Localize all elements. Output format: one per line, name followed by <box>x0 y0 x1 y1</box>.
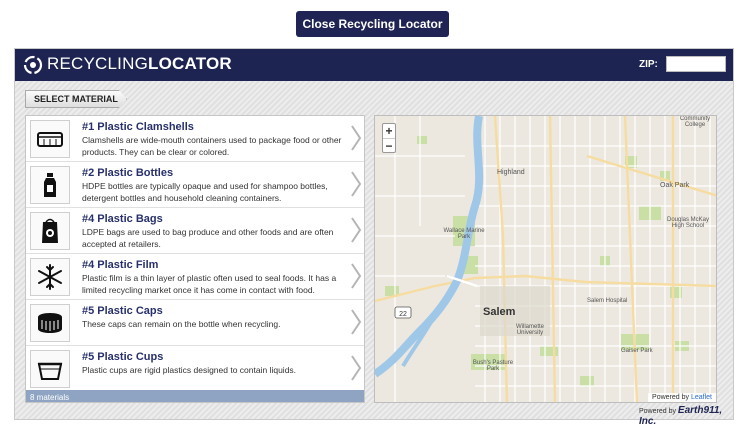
cup-icon <box>30 350 70 388</box>
bottle-icon <box>30 166 70 204</box>
list-item-description: These caps can remain on the bottle when… <box>82 319 281 329</box>
list-item-title: #4 Plastic Bags <box>82 213 163 225</box>
leaflet-link[interactable]: Leaflet <box>691 394 712 401</box>
map-label-bush-pasture-park: Bush's Pasture Park <box>472 360 514 372</box>
list-item-title: #5 Plastic Cups <box>82 351 164 363</box>
recycling-locator-widget: RECYCLINGLOCATOR ZIP: SELECT MATERIAL #1… <box>14 48 734 427</box>
widget-header: RECYCLINGLOCATOR ZIP: <box>15 49 733 81</box>
brand-title-part2: LOCATOR <box>148 54 232 73</box>
list-item-title: #1 Plastic Clamshells <box>82 121 194 133</box>
map-label-oak-park: Oak Park <box>660 182 690 189</box>
chevron-right-icon[interactable] <box>350 262 362 290</box>
map-label-wallace-marine-park: Wallace Marine Park <box>443 228 485 240</box>
powered-by-prefix: Powered by <box>639 408 676 415</box>
map-zoom-control: + − <box>382 123 396 153</box>
map-label-douglas-mckay: Douglas McKay High School <box>666 217 710 229</box>
list-item-description: Plastic film is a thin layer of plastic … <box>82 273 337 295</box>
chevron-right-icon[interactable] <box>350 308 362 336</box>
powered-by-footer: Powered by Earth911, Inc. <box>639 405 733 427</box>
map-label-willamette-university: Willamette University <box>515 324 544 336</box>
recycling-logo-icon <box>23 55 43 75</box>
material-list: #1 Plastic Clamshells Clamshells are wid… <box>25 115 365 403</box>
chevron-right-icon[interactable] <box>350 216 362 244</box>
zoom-out-button[interactable]: − <box>383 138 395 153</box>
map-attribution: Powered by Leaflet <box>648 393 716 402</box>
map-view[interactable]: 22 Salem Highland Oak Park Wallace Marin… <box>374 115 717 403</box>
list-item[interactable]: #5 Plastic Caps These caps can remain on… <box>26 300 364 346</box>
map-attribution-prefix: Powered by <box>652 394 690 401</box>
cap-icon <box>30 304 70 342</box>
material-count: 8 materials <box>26 390 364 402</box>
chevron-right-icon[interactable] <box>350 124 362 152</box>
brand-title: RECYCLINGLOCATOR <box>47 54 232 74</box>
list-item-title: #4 Plastic Film <box>82 259 159 271</box>
list-item-title: #5 Plastic Caps <box>82 305 163 317</box>
chevron-right-icon[interactable] <box>350 354 362 382</box>
list-item[interactable]: #2 Plastic Bottles HDPE bottles are typi… <box>26 162 364 208</box>
chevron-right-icon[interactable] <box>350 170 362 198</box>
map-label-salem-hospital: Salem Hospital <box>587 298 628 304</box>
tab-select-material[interactable]: SELECT MATERIAL <box>25 90 127 108</box>
list-item-title: #2 Plastic Bottles <box>82 167 174 179</box>
map-label-community-college: Community College <box>679 116 711 128</box>
close-recycling-locator-button[interactable]: Close Recycling Locator <box>296 11 449 37</box>
list-item-description: Plastic cups are rigid plastics designed… <box>82 365 297 375</box>
map-tiles: 22 <box>375 116 716 402</box>
brand-title-part1: RECYCLING <box>47 54 148 73</box>
bag-icon <box>30 212 70 250</box>
route-22-label: 22 <box>399 311 407 318</box>
map-label-salem: Salem <box>483 306 516 318</box>
snowflake-icon <box>30 258 70 296</box>
zip-label: ZIP: <box>639 59 658 70</box>
zip-input[interactable] <box>666 56 726 72</box>
list-item-description: Clamshells are wide-mouth containers use… <box>82 135 342 157</box>
list-item[interactable]: #4 Plastic Bags LDPE bags are used to ba… <box>26 208 364 254</box>
clamshell-icon <box>30 120 70 158</box>
list-item-description: LDPE bags are used to bag produce and ot… <box>82 227 334 249</box>
list-item-description: HDPE bottles are typically opaque and us… <box>82 181 328 203</box>
map-label-highland: Highland <box>497 169 525 176</box>
list-item[interactable]: #1 Plastic Clamshells Clamshells are wid… <box>26 116 364 162</box>
list-item[interactable]: #5 Plastic Cups Plastic cups are rigid p… <box>26 346 364 392</box>
map-label-gaiser-park: Gaiser Park <box>621 348 653 354</box>
list-item[interactable]: #4 Plastic Film Plastic film is a thin l… <box>26 254 364 300</box>
zoom-in-button[interactable]: + <box>383 124 395 138</box>
